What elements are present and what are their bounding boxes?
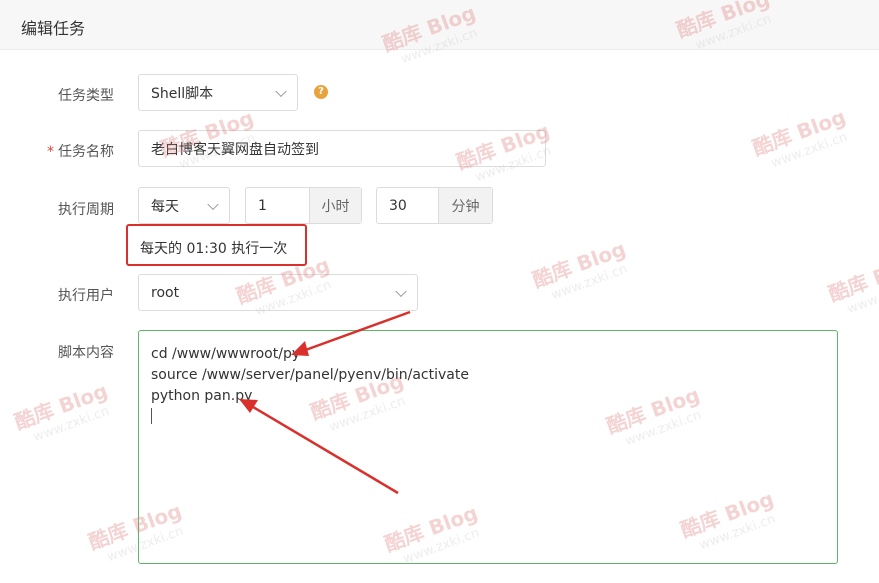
required-mark: * — [47, 144, 54, 160]
run-user-value: root — [151, 284, 180, 301]
minute-value: 30 — [389, 197, 407, 214]
task-type-value: Shell脚本 — [151, 85, 214, 102]
task-name-label-text: 任务名称 — [58, 144, 114, 160]
task-name-label: * 任务名称 — [4, 141, 114, 161]
run-user-label: 执行用户 — [58, 288, 114, 304]
task-type-select[interactable]: Shell脚本 — [138, 74, 298, 111]
task-name-value: 老白博客天翼网盘自动签到 — [151, 141, 319, 158]
schedule-label: 执行周期 — [58, 202, 114, 218]
watermark: 酷库 Blog www.zxki.cn — [824, 247, 879, 322]
watermark-brand: 酷库 Blog — [825, 250, 879, 307]
watermark-brand: 酷库 Blog — [749, 104, 849, 161]
schedule-summary-highlight: 每天的 01:30 执行一次 — [126, 224, 307, 266]
script-line: python pan.py — [151, 388, 253, 404]
schedule-period-value: 每天 — [151, 198, 179, 215]
schedule-summary: 每天的 01:30 执行一次 — [140, 241, 288, 257]
watermark-url: www.zxki.cn — [845, 275, 879, 318]
dialog-title: 编辑任务 — [21, 19, 86, 38]
watermark: 酷库 Blog www.zxki.cn — [748, 101, 854, 176]
watermark-url: www.zxki.cn — [549, 261, 630, 304]
script-label: 脚本内容 — [58, 345, 114, 361]
watermark-url: www.zxki.cn — [31, 403, 112, 446]
script-line: source /www/server/panel/pyenv/bin/activ… — [151, 367, 469, 383]
script-line: cd /www/wwwroot/py — [151, 346, 301, 362]
script-editor[interactable]: cd /www/wwwroot/py source /www/server/pa… — [138, 330, 838, 564]
hour-unit: 小时 — [309, 188, 361, 223]
run-user-select[interactable]: root — [138, 274, 418, 311]
watermark: 酷库 Blog www.zxki.cn — [10, 375, 116, 450]
dialog-header: 编辑任务 — [0, 0, 879, 50]
minute-input[interactable]: 30 分钟 — [376, 187, 493, 224]
watermark: 酷库 Blog www.zxki.cn — [528, 233, 634, 308]
watermark-url: www.zxki.cn — [769, 129, 850, 172]
schedule-period-select[interactable]: 每天 — [138, 187, 230, 224]
task-name-input[interactable]: 老白博客天翼网盘自动签到 — [138, 130, 546, 167]
watermark-brand: 酷库 Blog — [11, 378, 111, 435]
chevron-down-icon — [395, 285, 407, 297]
text-caret — [151, 408, 152, 424]
question-circle-icon[interactable]: ? — [314, 85, 328, 99]
watermark-brand: 酷库 Blog — [529, 236, 629, 293]
chevron-down-icon — [207, 198, 219, 210]
task-type-label: 任务类型 — [58, 88, 114, 104]
hour-value: 1 — [258, 197, 267, 214]
minute-unit: 分钟 — [438, 188, 492, 223]
hour-input[interactable]: 1 小时 — [245, 187, 362, 224]
chevron-down-icon — [275, 85, 287, 97]
